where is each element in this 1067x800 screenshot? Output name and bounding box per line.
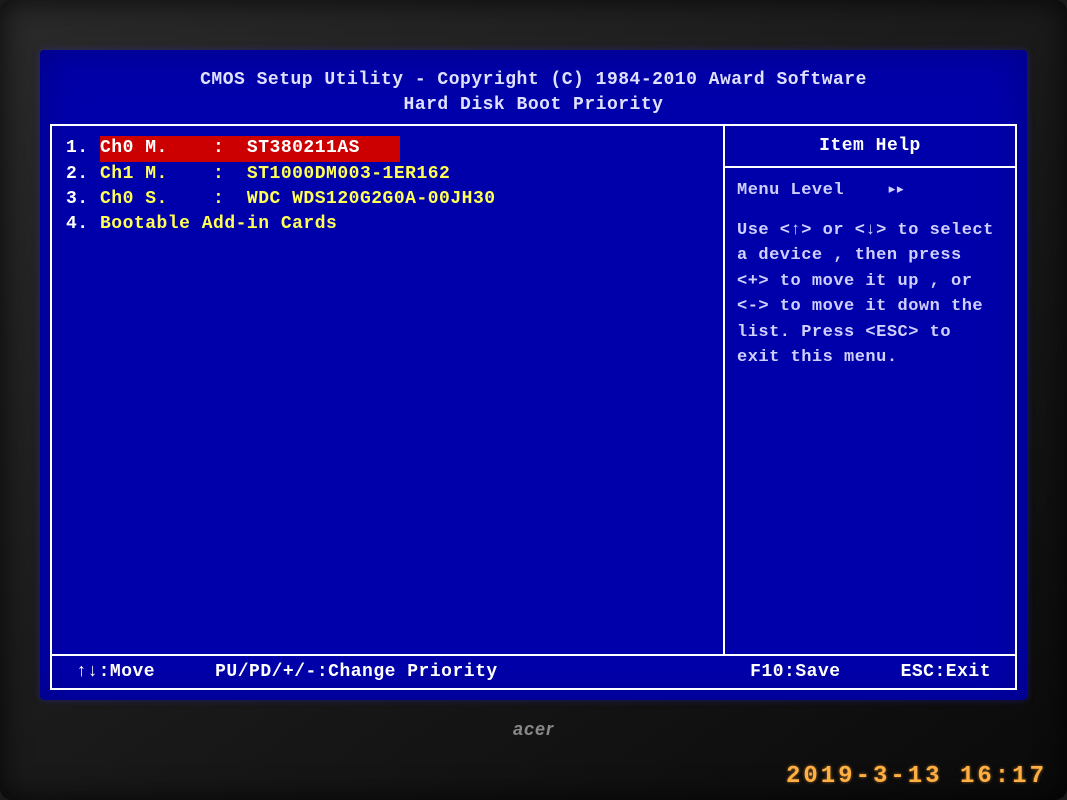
boot-item-3[interactable]: 3. Ch0 S. : WDC WDS120G2G0A-00JH30 (66, 187, 709, 212)
footer-hint-exit: ESC:Exit (901, 662, 991, 682)
boot-item-2[interactable]: 2. Ch1 M. : ST1000DM003-1ER162 (66, 162, 709, 187)
menu-level-row: Menu Level ▸▸ (737, 178, 1003, 204)
boot-item-number: 1. (66, 136, 100, 161)
help-body: Menu Level ▸▸ Use <↑> or <↓> to select a… (725, 168, 1015, 381)
header-title-line1: CMOS Setup Utility - Copyright (C) 1984-… (50, 68, 1017, 93)
menu-level-icon: ▸▸ (887, 181, 903, 200)
footer-bar: ↑↓:Move PU/PD/+/-:Change Priority F10:Sa… (50, 654, 1017, 690)
boot-item-label: Ch1 M. : ST1000DM003-1ER162 (100, 162, 450, 187)
boot-item-label: Ch0 S. : WDC WDS120G2G0A-00JH30 (100, 187, 496, 212)
camera-timestamp: 2019-3-13 16:17 (786, 763, 1047, 790)
bios-screen: CMOS Setup Utility - Copyright (C) 1984-… (40, 50, 1027, 700)
boot-item-number: 3. (66, 187, 100, 212)
footer-hint-change-priority: PU/PD/+/-:Change Priority (215, 662, 498, 682)
main-frame: 1. Ch0 M. : ST380211AS 2. Ch1 M. : ST100… (50, 124, 1017, 654)
boot-item-4[interactable]: 4. Bootable Add-in Cards (66, 212, 709, 237)
boot-item-label: Bootable Add-in Cards (100, 212, 337, 237)
help-text: Use <↑> or <↓> to select a device , then… (737, 218, 1003, 371)
boot-item-1[interactable]: 1. Ch0 M. : ST380211AS (66, 136, 709, 161)
header: CMOS Setup Utility - Copyright (C) 1984-… (50, 68, 1017, 118)
monitor-brand-logo: acer (513, 719, 554, 740)
menu-level-label: Menu Level (737, 181, 844, 200)
boot-priority-panel: 1. Ch0 M. : ST380211AS 2. Ch1 M. : ST100… (52, 126, 725, 654)
boot-item-label: Ch0 M. : ST380211AS (100, 136, 400, 161)
help-panel: Item Help Menu Level ▸▸ Use <↑> or <↓> t… (725, 126, 1015, 654)
boot-priority-list[interactable]: 1. Ch0 M. : ST380211AS 2. Ch1 M. : ST100… (66, 136, 709, 237)
boot-item-number: 2. (66, 162, 100, 187)
boot-item-number: 4. (66, 212, 100, 237)
header-title-line2: Hard Disk Boot Priority (50, 93, 1017, 118)
help-title: Item Help (725, 126, 1015, 168)
footer-spacer (558, 662, 750, 682)
monitor-bezel: CMOS Setup Utility - Copyright (C) 1984-… (0, 0, 1067, 800)
footer-hint-save: F10:Save (750, 662, 840, 682)
footer-hint-move: ↑↓:Move (76, 662, 155, 682)
